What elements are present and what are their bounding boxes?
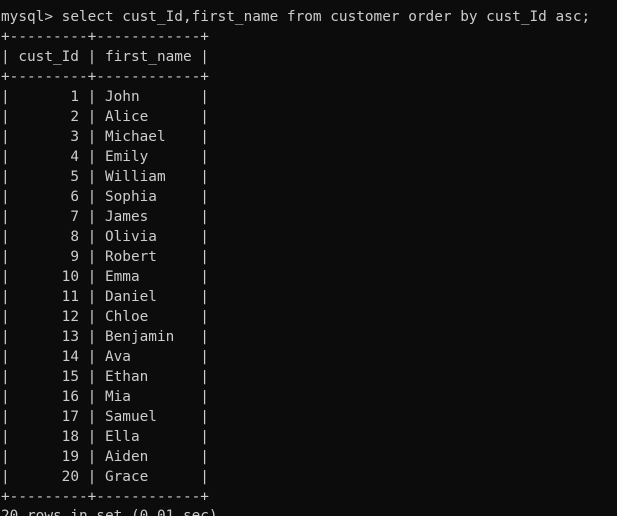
command-line[interactable]: mysql> select cust_Id,first_name from cu… [1, 7, 590, 27]
cell-cust-id: 4 [70, 149, 79, 165]
cell-cust-id: 16 [61, 389, 79, 405]
cell-first-name: John [104, 89, 140, 105]
cell-cust-id: 15 [61, 369, 79, 385]
table-row: | 1 | John | [1, 89, 209, 105]
table-row: | 14 | Ava | [1, 349, 209, 365]
cell-first-name: Olivia [104, 229, 157, 245]
table-row: | 16 | Mia | [1, 389, 209, 405]
table-row: | 8 | Olivia | [1, 229, 209, 245]
sql-command: select cust_Id,first_name from customer … [61, 9, 591, 25]
cell-cust-id: 11 [61, 289, 79, 305]
table-border-top: +---------+------------+ [1, 29, 209, 45]
cell-first-name: Mia [104, 389, 131, 405]
cell-cust-id: 5 [70, 169, 79, 185]
table-row: | 6 | Sophia | [1, 189, 209, 205]
mysql-prompt: mysql> [1, 9, 53, 25]
table-border-header: +---------+------------+ [1, 69, 209, 85]
terminal-window[interactable]: mysql> select cust_Id,first_name from cu… [0, 0, 617, 516]
cell-first-name: Robert [104, 249, 157, 265]
table-row: | 20 | Grace | [1, 469, 209, 485]
cell-first-name: Emma [104, 269, 140, 285]
cell-first-name: Samuel [104, 409, 157, 425]
table-row: | 9 | Robert | [1, 249, 209, 265]
table-row: | 15 | Ethan | [1, 369, 209, 385]
cell-first-name: Michael [104, 129, 166, 145]
table-row: | 5 | William | [1, 169, 209, 185]
cell-cust-id: 8 [70, 229, 79, 245]
cell-cust-id: 3 [70, 129, 79, 145]
cell-cust-id: 10 [61, 269, 79, 285]
cell-first-name: Sophia [104, 189, 157, 205]
table-row: | 7 | James | [1, 209, 209, 225]
table-row: | 2 | Alice | [1, 109, 209, 125]
cell-first-name: Ava [104, 349, 131, 365]
cell-first-name: Benjamin [104, 329, 175, 345]
cell-first-name: Grace [104, 469, 149, 485]
table-row: | 12 | Chloe | [1, 309, 209, 325]
table-row: | 11 | Daniel | [1, 289, 209, 305]
cell-cust-id: 1 [70, 89, 79, 105]
cell-cust-id: 14 [61, 349, 79, 365]
table-row: | 10 | Emma | [1, 269, 209, 285]
table-border-bottom: +---------+------------+ [1, 489, 209, 505]
table-row: | 13 | Benjamin | [1, 329, 209, 345]
result-summary: 20 rows in set (0.01 sec) [1, 508, 218, 516]
table-header-row: | cust_Id | first_name | [1, 49, 209, 65]
cell-first-name: Aiden [104, 449, 149, 465]
cell-cust-id: 7 [70, 209, 79, 225]
result-table: +---------+------------+ | cust_Id | firs… [1, 27, 209, 507]
cell-cust-id: 18 [61, 429, 79, 445]
column-header-first-name: first_name [104, 49, 192, 65]
table-row: | 4 | Emily | [1, 149, 209, 165]
table-row: | 18 | Ella | [1, 429, 209, 445]
cell-first-name: Emily [104, 149, 149, 165]
cell-first-name: Ella [104, 429, 140, 445]
cell-cust-id: 9 [70, 249, 79, 265]
cell-cust-id: 13 [61, 329, 79, 345]
column-header-cust-id: cust_Id [18, 49, 79, 65]
cell-cust-id: 6 [70, 189, 79, 205]
cell-first-name: William [104, 169, 166, 185]
cell-first-name: Alice [104, 109, 149, 125]
cell-cust-id: 19 [61, 449, 79, 465]
cell-first-name: James [104, 209, 149, 225]
cell-first-name: Daniel [104, 289, 157, 305]
cell-cust-id: 12 [61, 309, 79, 325]
cell-cust-id: 2 [70, 109, 79, 125]
cell-first-name: Chloe [104, 309, 149, 325]
cell-cust-id: 17 [61, 409, 79, 425]
table-row: | 17 | Samuel | [1, 409, 209, 425]
cell-cust-id: 20 [61, 469, 79, 485]
table-row: | 19 | Aiden | [1, 449, 209, 465]
cell-first-name: Ethan [104, 369, 149, 385]
table-row: | 3 | Michael | [1, 129, 209, 145]
